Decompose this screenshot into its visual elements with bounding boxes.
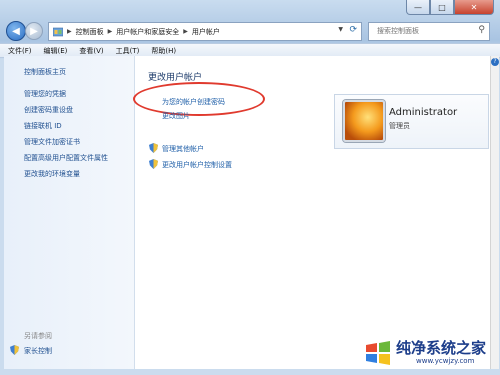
search-box[interactable]: ⚲ <box>368 22 490 41</box>
windows-logo-icon <box>366 341 390 365</box>
breadcrumb-separator: ▶ <box>107 28 113 35</box>
breadcrumb-control-panel[interactable]: 控制面板 <box>76 27 104 37</box>
minimize-button[interactable]: — <box>406 0 430 15</box>
menu-help[interactable]: 帮助(H) <box>151 46 176 56</box>
menu-file[interactable]: 文件(F) <box>8 46 32 56</box>
main-content: 更改用户帐户 为您的帐户创建密码 更改图片 管理其他帐户 更改用户帐户控制设置 … <box>133 56 490 369</box>
sidebar-item-encryption-certificates[interactable]: 管理文件加密证书 <box>24 137 80 147</box>
address-bar[interactable]: ▶ 控制面板 ▶ 用户帐户和家庭安全 ▶ 用户帐户 ▼ ⟳ <box>48 22 362 41</box>
menu-tools[interactable]: 工具(T) <box>116 46 140 56</box>
search-input[interactable] <box>375 26 469 36</box>
control-panel-icon <box>53 27 63 36</box>
change-picture-link[interactable]: 更改图片 <box>162 111 190 121</box>
sidebar-item-environment-variables[interactable]: 更改我的环境变量 <box>24 169 80 179</box>
account-card: Administrator 管理员 <box>334 94 489 149</box>
help-icon[interactable]: ? <box>491 58 499 66</box>
chevron-down-icon[interactable]: ▼ <box>338 26 343 33</box>
refresh-icon[interactable]: ⟳ <box>349 25 357 35</box>
menu-view[interactable]: 查看(V) <box>79 46 103 56</box>
menu-edit[interactable]: 编辑(E) <box>44 46 68 56</box>
account-name: Administrator <box>389 107 458 118</box>
breadcrumb-user-accounts-family[interactable]: 用户帐户和家庭安全 <box>116 27 179 37</box>
sidebar-item-manage-credentials[interactable]: 管理您的凭据 <box>24 89 66 99</box>
scrollbar[interactable]: ? <box>490 56 499 369</box>
watermark: 纯净系统之家 www.ycwjzy.com <box>364 335 494 371</box>
breadcrumb-user-accounts[interactable]: 用户帐户 <box>192 27 220 37</box>
see-also-label: 另请参阅 <box>24 332 52 340</box>
back-button[interactable]: ◀ <box>6 21 26 41</box>
shield-icon <box>10 345 19 355</box>
sidebar-home-link[interactable]: 控制面板主页 <box>24 67 66 77</box>
maximize-button[interactable]: □ <box>430 0 454 15</box>
breadcrumb-separator: ▶ <box>183 28 188 35</box>
account-role: 管理员 <box>389 122 410 130</box>
breadcrumb-separator: ▶ <box>67 28 72 35</box>
window-frame: — □ ✕ ◀ ▶ ▶ 控制面板 ▶ 用户帐户和家庭安全 ▶ 用户帐户 ▼ ⟳ … <box>0 0 500 375</box>
close-button[interactable]: ✕ <box>454 0 494 15</box>
watermark-url: www.ycwjzy.com <box>416 357 475 365</box>
parental-controls-link[interactable]: 家长控制 <box>24 346 52 356</box>
window-controls: — □ ✕ <box>406 0 494 15</box>
sidebar-item-password-reset-disk[interactable]: 创建密码重设盘 <box>24 105 73 115</box>
navigation-bar: ◀ ▶ ▶ 控制面板 ▶ 用户帐户和家庭安全 ▶ 用户帐户 ▼ ⟳ ⚲ <box>4 20 494 42</box>
search-icon[interactable]: ⚲ <box>478 25 485 35</box>
uac-settings-link[interactable]: 更改用户帐户控制设置 <box>162 160 232 170</box>
shield-icon <box>149 159 158 169</box>
avatar <box>343 100 385 142</box>
sidebar-item-link-online-id[interactable]: 链接联机 ID <box>24 121 62 131</box>
watermark-text: 纯净系统之家 <box>396 339 487 357</box>
create-password-link[interactable]: 为您的帐户创建密码 <box>162 97 225 107</box>
sidebar: 控制面板主页 管理您的凭据 创建密码重设盘 链接联机 ID 管理文件加密证书 配… <box>4 56 135 369</box>
sidebar-item-profile-properties[interactable]: 配置高级用户配置文件属性 <box>24 153 108 163</box>
manage-other-accounts-link[interactable]: 管理其他帐户 <box>162 144 204 154</box>
forward-button[interactable]: ▶ <box>25 22 43 40</box>
shield-icon <box>149 143 158 153</box>
